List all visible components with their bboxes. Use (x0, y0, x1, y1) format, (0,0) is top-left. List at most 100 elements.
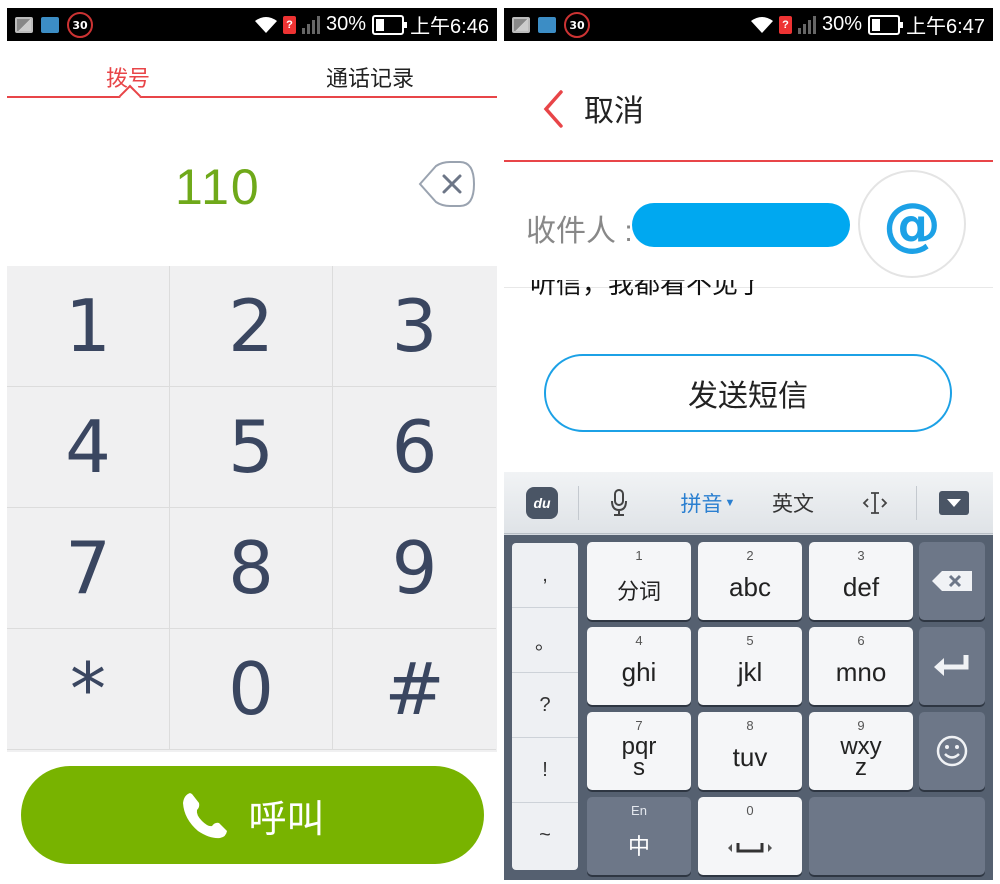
key-4[interactable]: 4 (7, 387, 170, 508)
key-8[interactable]: 8 (170, 508, 333, 629)
key-2-abc[interactable]: 2 abc (698, 542, 802, 620)
cancel-bar[interactable]: 取消 (504, 41, 993, 162)
speed-badge: 30 (564, 12, 590, 38)
send-sms-button[interactable]: 发送短信 (544, 354, 952, 432)
hide-keyboard-icon[interactable] (938, 472, 970, 534)
phone-icon (180, 789, 230, 841)
signal-icon (302, 15, 321, 34)
clock: 上午6:46 (410, 16, 489, 38)
key-label: 中 (627, 834, 650, 859)
key-8-tuv[interactable]: 8 tuv (698, 712, 802, 790)
clock: 上午6:47 (906, 16, 985, 38)
punct-period[interactable]: 。 (512, 608, 578, 673)
chevron-left-icon (542, 89, 564, 129)
tab-indicator-line (7, 96, 497, 98)
speed-badge: 30 (67, 12, 93, 38)
app-notification-icon (41, 17, 59, 33)
keyboard-logo-icon[interactable]: du (526, 487, 558, 519)
keyboard-blank-key[interactable] (809, 797, 985, 875)
message-text-field[interactable]: 听信，我都看不见了 (530, 280, 970, 310)
backspace-icon (932, 571, 972, 591)
key-star[interactable]: * (7, 629, 170, 750)
key-0[interactable]: 0 (170, 629, 333, 750)
key-1-fenci[interactable]: 1 分词 (587, 542, 691, 620)
key-number: 9 (857, 718, 865, 733)
keyboard-keys: , 。 ? ! ~ 1 分词 2 abc 3 def 4 ghi 5 jkl 6… (504, 535, 993, 880)
tab-pinyin[interactable]: 拼音 ▼ (676, 472, 740, 534)
key-number: 5 (746, 633, 754, 648)
keyboard-enter-key[interactable] (919, 627, 985, 705)
key-6[interactable]: 6 (333, 387, 496, 508)
key-label: tuv (732, 742, 768, 772)
key-4-ghi[interactable]: 4 ghi (587, 627, 691, 705)
key-label: pqr s (621, 733, 657, 781)
key-3-def[interactable]: 3 def (809, 542, 913, 620)
key-2[interactable]: 2 (170, 266, 333, 387)
tab-english[interactable]: 英文 (766, 472, 820, 534)
key-label: wxy z (840, 733, 882, 781)
punct-tilde[interactable]: ~ (512, 803, 578, 868)
key-label: mno (835, 657, 887, 687)
key-number: 0 (746, 803, 754, 818)
call-button[interactable]: 呼叫 (21, 766, 484, 864)
key-9-wxyz[interactable]: 9 wxy z (809, 712, 913, 790)
sim-alert-icon: ? (779, 15, 793, 34)
key-hash[interactable]: # (333, 629, 496, 750)
cancel-label: 取消 (584, 95, 644, 128)
dial-keypad: 1 2 3 4 5 6 7 8 9 * 0 # (7, 266, 497, 752)
sms-screen: 30 ? 30% 上午6:47 取消 收件人 : @ 听信，我都看不见了 发送短… (504, 8, 993, 880)
key-3[interactable]: 3 (333, 266, 496, 387)
enter-icon (934, 655, 969, 676)
tab-call-log[interactable]: 通话记录 (326, 61, 414, 93)
status-bar: 30 ? 30% 上午6:47 (504, 8, 993, 880)
punctuation-column: , 。 ? ! ~ (512, 543, 578, 870)
call-label: 呼叫 (248, 798, 325, 841)
battery-percent: 30% (326, 13, 367, 35)
sim-alert-icon: ? (283, 15, 297, 34)
contacts-at-button[interactable]: @ (858, 170, 966, 278)
key-7[interactable]: 7 (7, 508, 170, 629)
punct-exclaim[interactable]: ! (512, 738, 578, 803)
punct-comma[interactable]: , (512, 543, 578, 608)
recipient-chip[interactable] (632, 203, 850, 247)
key-number: 6 (857, 633, 865, 648)
keyboard-emoji-key[interactable] (919, 712, 985, 790)
key-label: ghi (621, 657, 657, 687)
key-5-jkl[interactable]: 5 jkl (698, 627, 802, 705)
key-number: 8 (746, 718, 754, 733)
key-5[interactable]: 5 (170, 387, 333, 508)
microphone-icon[interactable] (604, 472, 634, 534)
recipient-label: 收件人 : (526, 215, 633, 248)
backspace-icon[interactable] (416, 160, 476, 208)
battery-percent: 30% (822, 13, 863, 35)
key-label: def (842, 572, 880, 602)
key-number: 4 (635, 633, 643, 648)
key-top-label: En (631, 803, 647, 818)
cursor-icon[interactable] (860, 472, 890, 534)
chevron-down-icon: ▼ (724, 497, 736, 509)
key-1[interactable]: 1 (7, 266, 170, 387)
key-number: 3 (857, 548, 865, 563)
space-key[interactable]: 0 (698, 797, 802, 875)
dialer-screen: 30 ? 30% 上午6:46 拨号 通话记录 110 1 2 3 4 5 6 … (7, 8, 497, 880)
status-bar: 30 ? 30% 上午6:46 (7, 8, 497, 41)
gallery-notification-icon (512, 17, 530, 33)
toolbar-divider (578, 486, 579, 520)
key-label: 分词 (616, 579, 661, 604)
key-label: abc (729, 572, 771, 602)
app-notification-icon (538, 17, 556, 33)
punct-question[interactable]: ? (512, 673, 578, 738)
key-6-mno[interactable]: 6 mno (809, 627, 913, 705)
header-divider (504, 160, 993, 162)
key-9[interactable]: 9 (333, 508, 496, 629)
keyboard-toolbar: du 拼音 ▼ 英文 (504, 472, 993, 534)
key-number: 7 (635, 718, 643, 733)
keyboard-backspace-key[interactable] (919, 542, 985, 620)
message-text: 听信，我都看不见了 (530, 280, 765, 299)
soft-keyboard: du 拼音 ▼ 英文 , 。 ? ! ~ 1 分词 2 abc 3 def 4 … (504, 472, 993, 880)
wifi-icon (751, 16, 774, 33)
key-7-pqrs[interactable]: 7 pqr s (587, 712, 691, 790)
emoji-icon (936, 735, 968, 767)
language-switch-key[interactable]: En 中 (587, 797, 691, 875)
key-number: 2 (746, 548, 754, 563)
